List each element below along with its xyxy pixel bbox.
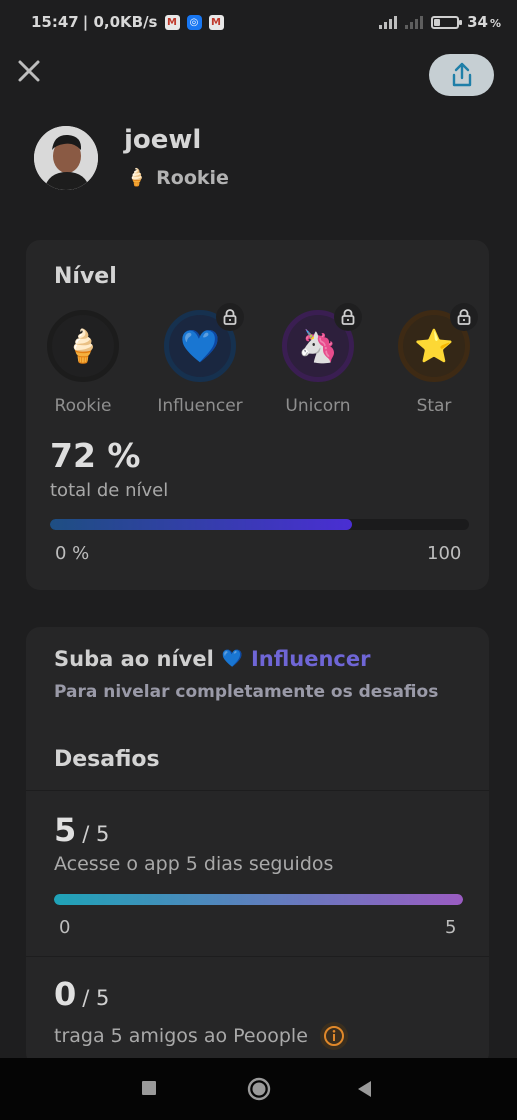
level-percent: 72 %	[50, 436, 141, 475]
unicorn-icon: 🦄	[298, 327, 338, 365]
challenge-progress-fill	[54, 894, 463, 905]
home-button[interactable]	[246, 1076, 272, 1106]
gmail-icon: M	[208, 14, 224, 30]
rank-emoji: 🍦	[126, 168, 148, 188]
username: joewl	[124, 125, 202, 155]
level-percent-label: total de nível	[50, 480, 169, 501]
level-card-title: Nível	[54, 264, 117, 289]
recent-apps-button[interactable]	[140, 1079, 160, 1103]
signal-icon-sim2	[405, 15, 424, 29]
next-level-title: Suba ao nível 💙 Influencer	[54, 647, 370, 671]
challenge-count: 0/ 5	[54, 975, 110, 1013]
challenge-progress-bar	[54, 894, 463, 905]
battery-percent: 34%	[467, 13, 501, 31]
recent-apps-icon	[142, 1081, 156, 1095]
network-speed: | 0,0KB/s	[82, 13, 158, 31]
challenge-progress-max: 5	[445, 917, 457, 938]
badge-star[interactable]: ⭐ Star	[374, 303, 494, 416]
challenge-description: Acesse o app 5 dias seguidos	[54, 853, 334, 875]
battery-level	[434, 18, 441, 26]
challenge-progress-min: 0	[59, 917, 71, 938]
badge-unicorn[interactable]: 🦄 Unicorn	[258, 303, 378, 416]
level-progress-bar	[50, 519, 469, 530]
challenges-title: Desafios	[54, 747, 160, 772]
level-progress-fill	[50, 519, 352, 530]
messenger-icon: ◎	[186, 14, 202, 30]
blue-heart-icon: 💙	[180, 327, 220, 365]
lock-icon	[450, 303, 478, 331]
rank-label: Rookie	[156, 167, 229, 189]
signal-icon	[379, 15, 398, 29]
back-button[interactable]	[355, 1079, 375, 1103]
divider	[26, 790, 489, 791]
close-button[interactable]	[14, 58, 44, 88]
clock: 15:47	[31, 13, 79, 31]
next-level-subtitle: Para nivelar completamente os desafios	[54, 682, 439, 702]
close-icon	[18, 60, 40, 82]
divider	[26, 956, 489, 957]
blue-heart-icon: 💙	[221, 649, 243, 669]
next-level-name: Influencer	[250, 647, 371, 671]
system-nav-bar	[0, 1058, 517, 1120]
current-rank: 🍦 Rookie	[126, 167, 229, 189]
share-icon	[452, 62, 471, 87]
home-icon	[247, 1077, 271, 1101]
level-card: Nível 🍦 Rookie 💙 Influencer 🦄 Unicorn ⭐ …	[26, 240, 489, 590]
badge-label: Star	[416, 396, 452, 416]
status-bar: 15:47 | 0,0KB/s M ◎ M 34%	[0, 0, 517, 46]
badge-rookie[interactable]: 🍦 Rookie	[23, 310, 143, 416]
status-bar-left: 15:47 | 0,0KB/s M ◎ M	[31, 13, 224, 31]
back-icon	[358, 1081, 371, 1097]
battery-icon	[431, 15, 463, 29]
info-icon[interactable]	[319, 1022, 348, 1050]
lock-icon	[334, 303, 362, 331]
avatar[interactable]	[34, 126, 98, 190]
avatar-image	[34, 126, 98, 190]
gmail-icon: M	[164, 14, 180, 30]
level-progress-max: 100	[427, 543, 462, 564]
badge-influencer[interactable]: 💙 Influencer	[140, 303, 260, 416]
star-icon: ⭐	[414, 327, 454, 365]
badge-circle: 🍦	[47, 310, 119, 382]
share-button[interactable]	[429, 54, 494, 96]
badge-label: Rookie	[54, 396, 112, 416]
challenge-count: 5/ 5	[54, 811, 110, 849]
ice-cream-icon: 🍦	[63, 327, 103, 365]
badge-label: Influencer	[157, 396, 243, 416]
challenge-description: traga 5 amigos ao Peoople	[54, 1022, 348, 1050]
next-level-card: Suba ao nível 💙 Influencer Para nivelar …	[26, 627, 489, 1067]
level-progress-min: 0 %	[55, 543, 90, 564]
badge-label: Unicorn	[285, 396, 351, 416]
next-level-prefix: Suba ao nível	[54, 647, 214, 671]
status-bar-right: 34%	[379, 13, 501, 31]
lock-icon	[216, 303, 244, 331]
